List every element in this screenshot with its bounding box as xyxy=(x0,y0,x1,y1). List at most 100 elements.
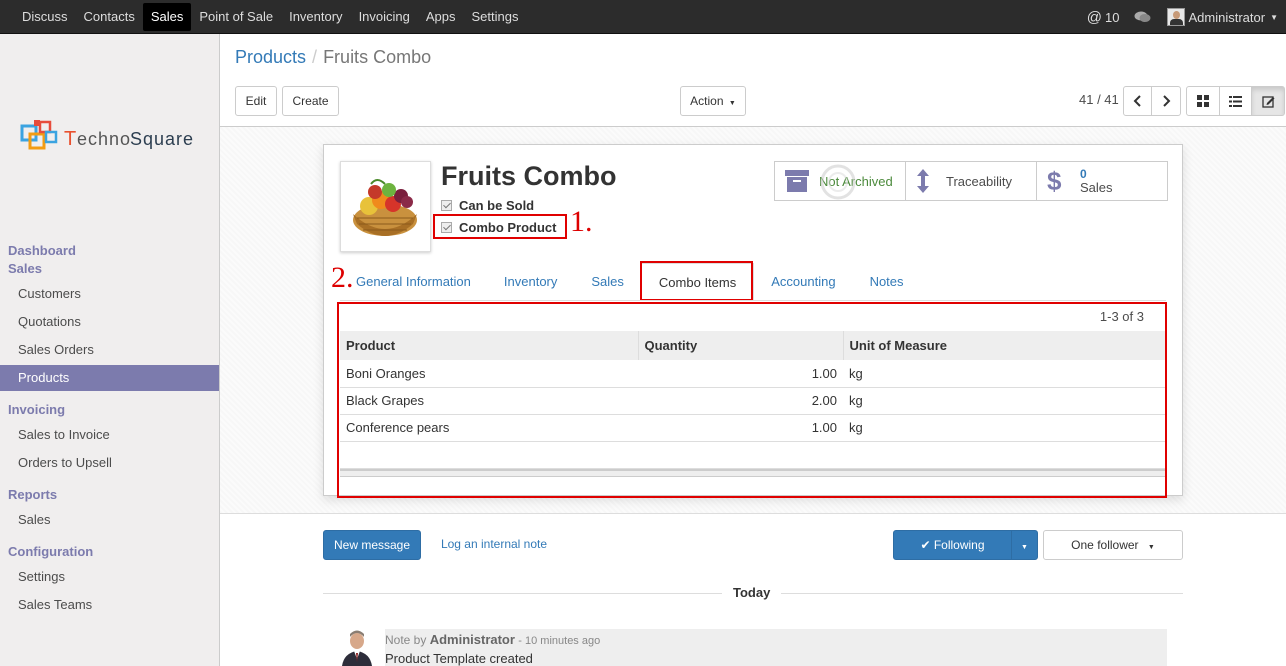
user-avatar xyxy=(1166,8,1185,26)
message-body: Product Template created xyxy=(385,651,533,666)
chat-button[interactable] xyxy=(1134,10,1151,24)
notebook-tabs: General Information Inventory Sales Comb… xyxy=(340,261,921,301)
followers-label: One follower xyxy=(1071,538,1139,552)
menu-contacts[interactable]: Contacts xyxy=(76,0,143,34)
new-message-button[interactable]: New message xyxy=(323,530,421,560)
form-background: Fruits Combo Can be Sold Combo Product 1… xyxy=(220,127,1286,514)
company-logo: T echno Square xyxy=(20,118,205,158)
sidebar-item-sales-teams[interactable]: Sales Teams xyxy=(0,592,219,618)
breadcrumb: Products / Fruits Combo xyxy=(235,47,431,68)
followers-dropdown[interactable]: One follower ▼ xyxy=(1043,530,1183,560)
svg-text:echno: echno xyxy=(77,129,131,149)
list-icon xyxy=(1229,96,1242,107)
sidebar-item-customers[interactable]: Customers xyxy=(0,281,219,307)
sales-stat: 0 Sales xyxy=(1080,167,1113,195)
chevron-left-icon xyxy=(1133,95,1141,107)
pager-next-button[interactable] xyxy=(1151,86,1181,116)
chatter: New message Log an internal note ✔ Follo… xyxy=(220,514,1286,666)
message-author-avatar[interactable] xyxy=(338,629,376,666)
smart-buttons: Not Archived Traceability $ 0 Sales xyxy=(774,161,1168,201)
message-item: Note by Administrator - 10 minutes ago P… xyxy=(385,629,1167,666)
check-icon: ✔ xyxy=(920,538,931,552)
form-sheet: Fruits Combo Can be Sold Combo Product 1… xyxy=(323,144,1183,498)
dollar-icon: $ xyxy=(1047,165,1062,196)
list-view-button[interactable] xyxy=(1219,86,1252,116)
pager-previous-button[interactable] xyxy=(1123,86,1152,116)
top-navbar: Discuss Contacts Sales Point of Sale Inv… xyxy=(0,0,1286,34)
arrows-vertical-icon xyxy=(917,169,929,193)
tab-accounting[interactable]: Accounting xyxy=(754,263,852,301)
svg-text:Square: Square xyxy=(130,129,194,149)
traceability-button[interactable]: Traceability xyxy=(906,162,1037,200)
user-name: Administrator xyxy=(1188,9,1266,25)
edit-button[interactable]: Edit xyxy=(235,86,277,116)
tabs-divider xyxy=(340,300,1166,301)
archive-toggle-ring-icon xyxy=(820,164,856,200)
menu-invoicing[interactable]: Invoicing xyxy=(351,0,418,34)
sidebar-item-orders-to-upsell[interactable]: Orders to Upsell xyxy=(0,450,219,476)
pager-value[interactable]: 41 / 41 xyxy=(1079,92,1119,107)
annotation-box-combo-list xyxy=(337,302,1167,498)
svg-text:T: T xyxy=(64,128,77,150)
annotation-box-combo-tab xyxy=(640,261,753,301)
edit-form-icon xyxy=(1261,96,1274,108)
sales-stat-button[interactable]: $ 0 Sales xyxy=(1037,162,1167,200)
message-time: - 10 minutes ago xyxy=(518,635,601,647)
technosquare-logo-icon: T echno Square xyxy=(20,120,194,150)
action-dropdown[interactable]: Action ▼ xyxy=(680,86,746,116)
kanban-view-button[interactable] xyxy=(1186,86,1220,116)
following-button[interactable]: ✔ Following xyxy=(893,530,1012,560)
breadcrumb-products[interactable]: Products xyxy=(235,47,306,67)
following-label: Following xyxy=(933,538,985,552)
sidebar-item-sales-orders[interactable]: Sales Orders xyxy=(0,337,219,363)
tab-general-information[interactable]: General Information xyxy=(340,263,487,301)
at-icon: @ xyxy=(1086,8,1103,26)
menu-sales[interactable]: Sales xyxy=(142,3,192,31)
sales-label: Sales xyxy=(1080,180,1113,195)
author-photo xyxy=(338,629,376,666)
form-view-button[interactable] xyxy=(1251,86,1285,116)
menu-settings[interactable]: Settings xyxy=(464,0,527,34)
log-note-button[interactable]: Log an internal note xyxy=(430,530,558,560)
chat-icon xyxy=(1134,11,1150,22)
annotation-box-combo-product xyxy=(433,214,567,239)
sidebar-section-invoicing[interactable]: Invoicing xyxy=(8,402,65,417)
sidebar-section-configuration[interactable]: Configuration xyxy=(8,544,93,559)
sidebar-item-sales-report[interactable]: Sales xyxy=(0,507,219,533)
archive-icon xyxy=(785,170,809,192)
tab-notes[interactable]: Notes xyxy=(853,263,921,301)
message-author[interactable]: Administrator xyxy=(430,632,515,647)
sidebar: T echno Square Dashboard Sales Customers… xyxy=(0,34,220,666)
menu-inventory[interactable]: Inventory xyxy=(281,0,350,34)
can-be-sold-checkbox[interactable] xyxy=(441,200,452,211)
caret-down-icon: ▼ xyxy=(1147,544,1155,551)
sidebar-item-settings[interactable]: Settings xyxy=(0,564,219,590)
menu-apps[interactable]: Apps xyxy=(418,0,464,34)
user-menu[interactable]: Administrator ▼ xyxy=(1166,8,1278,26)
sidebar-item-quotations[interactable]: Quotations xyxy=(0,309,219,335)
menu-point-of-sale[interactable]: Point of Sale xyxy=(191,0,281,34)
mentions-count: 10 xyxy=(1105,9,1120,25)
product-name[interactable]: Fruits Combo xyxy=(441,161,617,192)
breadcrumb-separator: / xyxy=(312,47,318,67)
create-button[interactable]: Create xyxy=(282,86,339,116)
menu-discuss[interactable]: Discuss xyxy=(14,0,76,34)
sidebar-section-dashboard[interactable]: Dashboard xyxy=(8,243,76,258)
mentions-button[interactable]: @ 10 xyxy=(1087,9,1120,26)
fruit-basket-image xyxy=(353,179,417,236)
product-image[interactable] xyxy=(340,161,431,252)
sidebar-item-products[interactable]: Products xyxy=(0,365,219,391)
tab-sales[interactable]: Sales xyxy=(574,263,641,301)
action-label: Action xyxy=(690,94,724,108)
sidebar-section-reports[interactable]: Reports xyxy=(8,487,57,502)
tab-inventory[interactable]: Inventory xyxy=(487,263,574,301)
kanban-icon xyxy=(1197,95,1209,107)
chevron-right-icon xyxy=(1163,95,1171,107)
control-panel: Products / Fruits Combo Edit Create Action… xyxy=(220,34,1286,127)
following-options-button[interactable]: ▼ xyxy=(1011,530,1038,560)
sidebar-item-sales-to-invoice[interactable]: Sales to Invoice xyxy=(0,422,219,448)
sidebar-section-sales[interactable]: Sales xyxy=(8,261,42,276)
archive-button[interactable]: Not Archived xyxy=(775,162,906,200)
sales-count: 0 xyxy=(1080,167,1087,181)
can-be-sold-field[interactable]: Can be Sold xyxy=(441,198,534,213)
